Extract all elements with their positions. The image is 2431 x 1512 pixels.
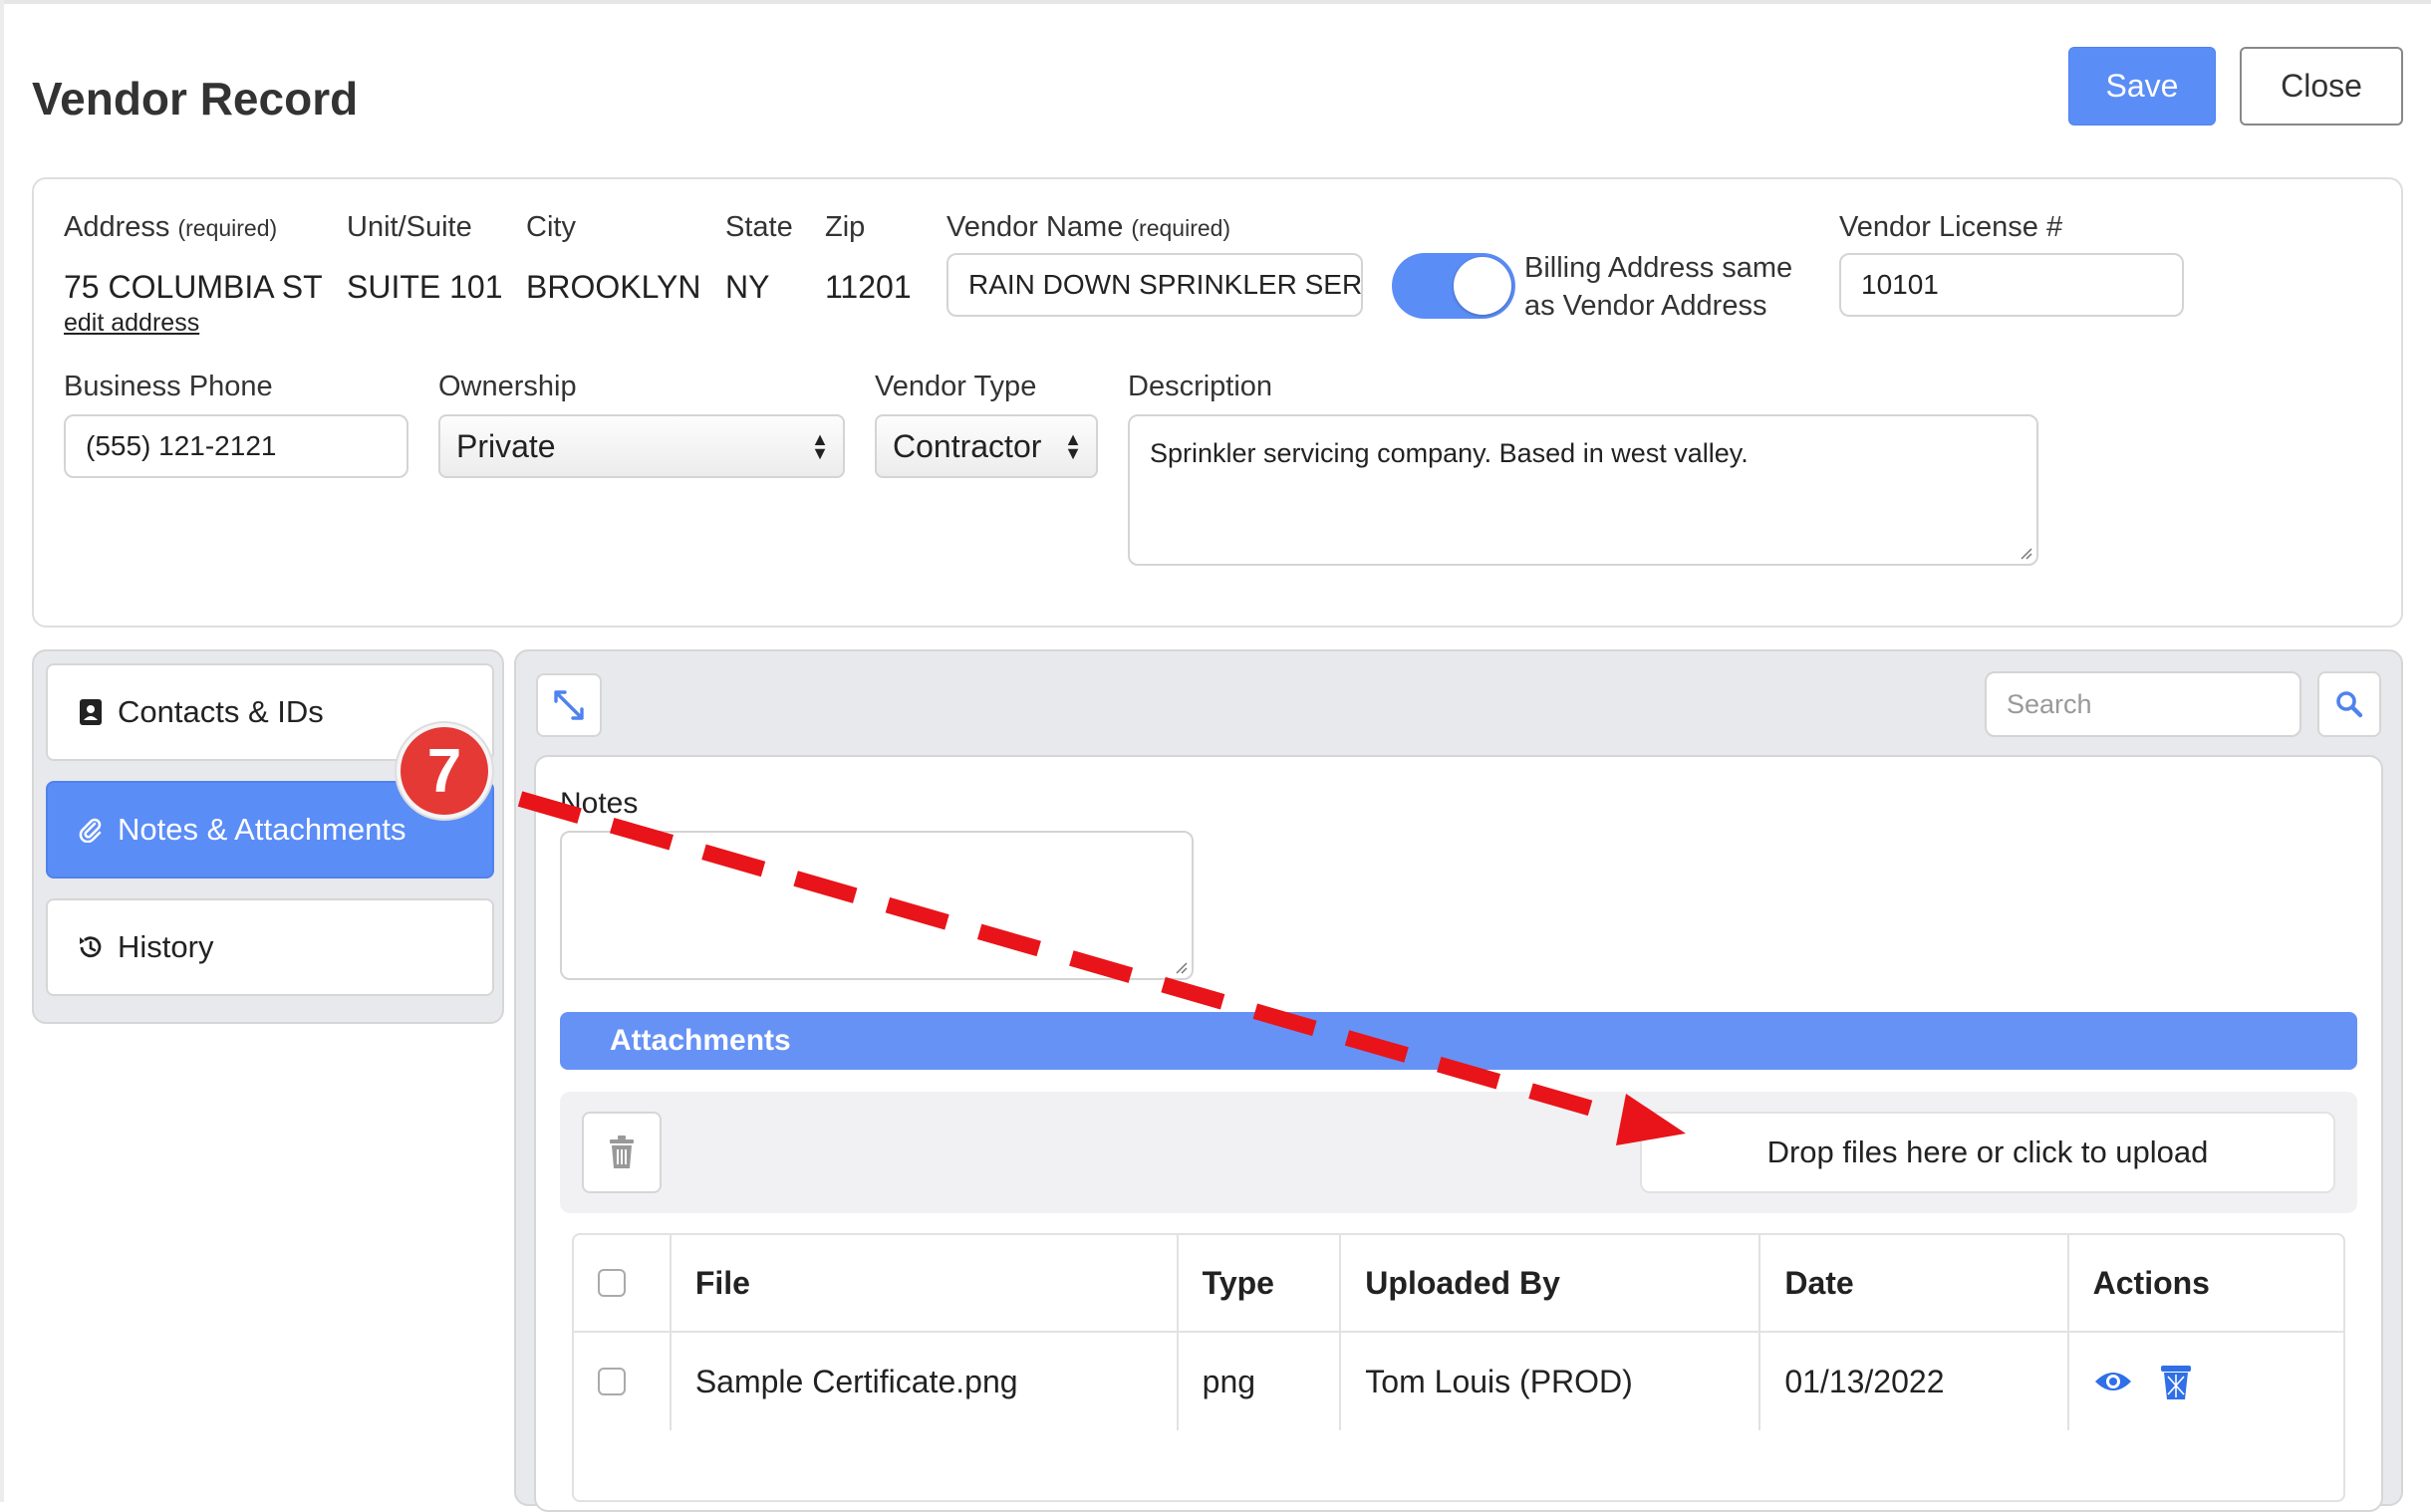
- description-textarea[interactable]: Sprinkler servicing company. Based in we…: [1128, 414, 2038, 566]
- billing-same-label-line2: as Vendor Address: [1524, 290, 1767, 322]
- column-header-actions: Actions: [2092, 1264, 2210, 1301]
- vendor-license-input[interactable]: 10101: [1839, 253, 2184, 317]
- step-number-badge: 7: [397, 723, 492, 819]
- ownership-label: Ownership: [438, 371, 577, 402]
- resize-grip-icon[interactable]: [1172, 958, 1188, 974]
- column-header-uploaded-by[interactable]: Uploaded By: [1341, 1235, 1761, 1331]
- description-label: Description: [1128, 371, 1273, 402]
- uploaded-by-cell: Tom Louis (PROD): [1341, 1333, 1761, 1430]
- actions-cell: [2069, 1333, 2343, 1430]
- search-input[interactable]: Search: [1985, 671, 2301, 737]
- file-name-cell: Sample Certificate.png: [672, 1333, 1179, 1430]
- vendor-type-label: Vendor Type: [875, 371, 1037, 402]
- contact-card-icon: [76, 697, 106, 727]
- billing-same-toggle[interactable]: [1392, 253, 1515, 319]
- unit-label: Unit/Suite: [347, 211, 472, 243]
- vendor-license-label: Vendor License #: [1839, 211, 2063, 243]
- ownership-select[interactable]: Private ▲ ▼: [438, 414, 845, 478]
- select-arrows-icon: ▲ ▼: [1064, 429, 1082, 463]
- attachments-header: Attachments: [560, 1012, 2357, 1070]
- state-value: NY: [725, 269, 770, 305]
- paperclip-icon: [76, 815, 106, 845]
- close-button[interactable]: Close: [2240, 47, 2403, 126]
- description-text: Sprinkler servicing company. Based in we…: [1150, 438, 1749, 468]
- business-phone-input[interactable]: (555) 121-2121: [64, 414, 408, 478]
- select-all-cell: [574, 1235, 672, 1331]
- file-drop-zone[interactable]: Drop files here or click to upload: [1640, 1112, 2335, 1193]
- row-select-cell: [574, 1333, 672, 1430]
- save-button[interactable]: Save: [2068, 47, 2216, 126]
- resize-grip-icon[interactable]: [2017, 544, 2032, 560]
- sidebar-item-label: Notes & Attachments: [118, 812, 406, 847]
- expand-button[interactable]: [536, 673, 602, 737]
- business-phone-label: Business Phone: [64, 371, 273, 402]
- column-header-date[interactable]: Date: [1760, 1235, 2069, 1331]
- attachments-table: File Type Uploaded By Date Actions Sampl…: [572, 1233, 2345, 1502]
- select-arrows-icon: ▲ ▼: [811, 429, 829, 463]
- vendor-type-selected-value: Contractor: [893, 427, 1042, 464]
- view-eye-icon[interactable]: [2093, 1368, 2133, 1395]
- page-title: Vendor Record: [32, 73, 359, 125]
- sidebar: Contacts & IDs Notes & Attachments Histo…: [32, 649, 504, 1024]
- history-icon: [76, 932, 106, 962]
- search-button[interactable]: [2317, 671, 2381, 737]
- column-header-file[interactable]: File: [672, 1235, 1179, 1331]
- vendor-name-required-note: (required): [1131, 215, 1231, 241]
- notes-label: Notes: [560, 787, 639, 820]
- delete-selected-button[interactable]: [582, 1112, 662, 1193]
- trash-icon: [610, 1135, 634, 1168]
- file-type-cell: png: [1179, 1333, 1342, 1430]
- vendor-name-input[interactable]: RAIN DOWN SPRINKLER SER: [946, 253, 1363, 317]
- date-cell: 01/13/2022: [1760, 1333, 2069, 1430]
- delete-trash-icon[interactable]: [2159, 1363, 2193, 1400]
- toggle-knob: [1454, 257, 1511, 315]
- address-label: Address (required): [64, 211, 277, 244]
- window-top-border: [0, 0, 2431, 4]
- sidebar-item-label: History: [118, 929, 214, 964]
- column-header-type[interactable]: Type: [1179, 1235, 1342, 1331]
- city-label: City: [526, 211, 576, 243]
- billing-same-label: Billing Address same as Vendor Address: [1524, 249, 1792, 325]
- state-label: State: [725, 211, 793, 243]
- select-all-checkbox[interactable]: [598, 1269, 626, 1297]
- vendor-name-label: Vendor Name (required): [946, 211, 1230, 244]
- table-header-row: File Type Uploaded By Date Actions: [574, 1235, 2343, 1333]
- notes-textarea[interactable]: [560, 831, 1194, 980]
- vendor-type-select[interactable]: Contractor ▲ ▼: [875, 414, 1098, 478]
- unit-value: SUITE 101: [347, 269, 503, 305]
- row-checkbox[interactable]: [598, 1368, 626, 1395]
- address-required-note: (required): [177, 215, 278, 241]
- address-label-text: Address: [64, 211, 170, 243]
- search-icon: [2336, 691, 2363, 718]
- window-left-border: [0, 0, 4, 1502]
- sidebar-item-label: Contacts & IDs: [118, 694, 324, 729]
- billing-same-label-line1: Billing Address same: [1524, 252, 1793, 284]
- ownership-selected-value: Private: [456, 427, 556, 464]
- table-row: Sample Certificate.png png Tom Louis (PR…: [574, 1333, 2343, 1430]
- zip-label: Zip: [825, 211, 866, 243]
- address-value: 75 COLUMBIA ST: [64, 269, 323, 305]
- expand-icon: [554, 690, 584, 720]
- vendor-name-label-text: Vendor Name: [946, 211, 1124, 243]
- city-value: BROOKLYN: [526, 269, 701, 305]
- zip-value: 11201: [825, 269, 912, 305]
- sidebar-item-history[interactable]: History: [46, 898, 494, 996]
- edit-address-link[interactable]: edit address: [64, 309, 199, 338]
